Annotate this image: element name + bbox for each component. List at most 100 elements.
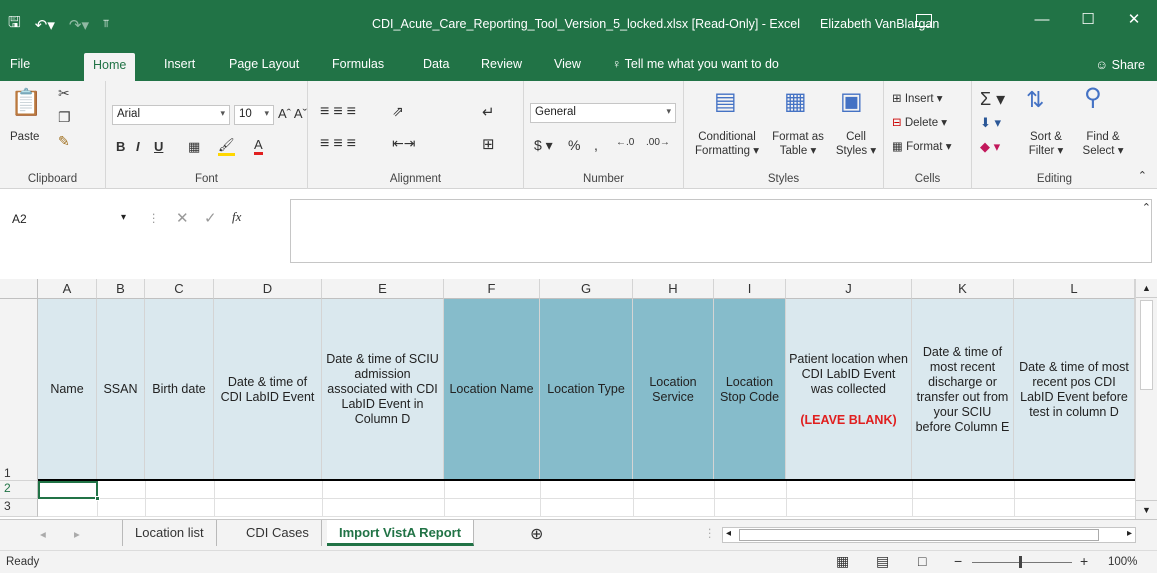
enter-icon[interactable]: ✓: [204, 209, 217, 227]
tab-page-layout[interactable]: Page Layout: [229, 57, 299, 71]
conditional-formatting-icon[interactable]: ▤: [714, 87, 737, 116]
decrease-decimal-icon[interactable]: .00→: [646, 137, 670, 148]
tab-data[interactable]: Data: [423, 57, 449, 71]
page-break-view-icon[interactable]: □: [918, 553, 926, 569]
wrap-text-icon[interactable]: ↵: [482, 103, 495, 121]
orientation-icon[interactable]: ⇗: [392, 103, 404, 120]
horizontal-scroll-thumb[interactable]: [739, 529, 1099, 541]
scroll-tabs-left-icon[interactable]: ◂: [40, 527, 46, 541]
header-cell-location-stop-code[interactable]: Location Stop Code: [714, 299, 786, 480]
fill-handle[interactable]: [95, 496, 100, 501]
scroll-thumb[interactable]: [1140, 300, 1153, 390]
chevron-down-icon[interactable]: ▾: [121, 212, 126, 223]
select-all-corner[interactable]: [0, 279, 38, 299]
comma-style-icon[interactable]: ,: [594, 137, 598, 153]
header-cell-recent-discharge[interactable]: Date & time of most recent discharge or …: [912, 299, 1014, 480]
delete-cells-button[interactable]: ⊟ Delete ▾: [892, 115, 947, 129]
header-cell-name[interactable]: Name: [38, 299, 97, 480]
header-cell-location-service[interactable]: Location Service: [633, 299, 714, 480]
tell-me-search[interactable]: ♀ Tell me what you want to do: [612, 57, 779, 71]
column-header-I[interactable]: I: [714, 279, 786, 299]
fill-color-icon[interactable]: 🖌: [218, 137, 235, 156]
indent-icons[interactable]: ⇤⇥: [392, 135, 415, 152]
ribbon-display-options-icon[interactable]: [916, 14, 932, 27]
font-name-select[interactable]: Arial ▾: [112, 105, 230, 125]
zoom-slider[interactable]: [972, 562, 1072, 563]
format-as-table-button[interactable]: Format as Table ▾: [770, 131, 826, 157]
column-header-A[interactable]: A: [38, 279, 97, 299]
zoom-in-icon[interactable]: +: [1080, 553, 1088, 569]
underline-icon[interactable]: U: [154, 139, 163, 154]
close-icon[interactable]: ✕: [1111, 6, 1157, 34]
header-cell-location-name[interactable]: Location Name: [444, 299, 540, 480]
header-cell-birth-date[interactable]: Birth date: [145, 299, 214, 480]
customize-qat-icon[interactable]: ⫪: [103, 18, 109, 31]
format-painter-icon[interactable]: ✎: [58, 133, 70, 150]
merge-center-icon[interactable]: ⊞: [482, 135, 495, 153]
zoom-level[interactable]: 100%: [1108, 556, 1137, 568]
header-cell-sciu-admission-datetime[interactable]: Date & time of SCIU admission associated…: [322, 299, 444, 480]
minimize-icon[interactable]: —: [1019, 6, 1065, 34]
zoom-slider-thumb[interactable]: [1019, 556, 1022, 568]
page-layout-view-icon[interactable]: ▤: [876, 553, 889, 570]
header-cell-recent-positive-event[interactable]: Date & time of most recent pos CDI LabID…: [1014, 299, 1135, 480]
cancel-icon[interactable]: ✕: [176, 209, 189, 227]
share-button[interactable]: ☺ Share: [1095, 58, 1145, 72]
row-header-3[interactable]: 3: [0, 499, 38, 517]
redo-icon[interactable]: ↷▾: [69, 16, 89, 34]
tab-review[interactable]: Review: [481, 57, 522, 71]
borders-icon[interactable]: ▦: [188, 139, 200, 155]
tab-view[interactable]: View: [554, 57, 581, 71]
cut-icon[interactable]: ✂: [58, 85, 70, 102]
scroll-right-icon[interactable]: ▸: [1127, 528, 1132, 539]
find-select-icon[interactable]: ⚲: [1084, 83, 1102, 112]
tab-insert[interactable]: Insert: [164, 57, 195, 71]
collapse-ribbon-icon[interactable]: ⌃: [1138, 169, 1147, 182]
scroll-down-icon[interactable]: ▼: [1136, 500, 1157, 519]
sheet-tab-location-list[interactable]: Location list: [122, 520, 217, 546]
save-icon[interactable]: 🖫: [8, 12, 21, 37]
undo-icon[interactable]: ↶▾: [35, 16, 55, 34]
column-header-G[interactable]: G: [540, 279, 633, 299]
expand-formula-bar-icon[interactable]: ⌃: [1142, 201, 1151, 214]
cell-styles-button[interactable]: Cell Styles ▾: [834, 131, 878, 157]
insert-cells-button[interactable]: ⊞ Insert ▾: [892, 91, 943, 105]
clear-icon[interactable]: ◆ ▾: [980, 139, 1000, 155]
column-header-E[interactable]: E: [322, 279, 444, 299]
autosum-icon[interactable]: Σ ▾: [980, 89, 1005, 110]
sheet-tab-cdi-cases[interactable]: CDI Cases: [234, 520, 322, 546]
header-cell-ssan[interactable]: SSAN: [97, 299, 145, 480]
vertical-align-icons[interactable]: ≡≡≡: [320, 103, 360, 121]
column-header-D[interactable]: D: [214, 279, 322, 299]
zoom-out-icon[interactable]: −: [954, 553, 962, 569]
column-header-L[interactable]: L: [1014, 279, 1135, 299]
cell-styles-icon[interactable]: ▣: [840, 87, 863, 116]
bold-icon[interactable]: B: [116, 139, 125, 154]
data-rows[interactable]: [38, 481, 1135, 517]
sort-filter-button[interactable]: Sort & Filter ▾: [1020, 131, 1072, 157]
scroll-up-icon[interactable]: ▲: [1136, 279, 1157, 298]
header-cell-cdi-event-datetime[interactable]: Date & time of CDI LabID Event: [214, 299, 322, 480]
column-header-H[interactable]: H: [633, 279, 714, 299]
tab-file[interactable]: File: [10, 57, 30, 71]
number-format-select[interactable]: General ▾: [530, 103, 676, 123]
formula-input[interactable]: [290, 199, 1152, 263]
insert-function-icon[interactable]: fx: [232, 209, 241, 225]
paste-icon[interactable]: 📋: [10, 87, 42, 118]
tab-home[interactable]: Home: [84, 53, 136, 81]
tab-formulas[interactable]: Formulas: [332, 57, 384, 71]
sort-filter-icon[interactable]: ⇅: [1026, 87, 1044, 113]
scroll-left-icon[interactable]: ◂: [726, 528, 731, 539]
sheet-tab-import-vista-report[interactable]: Import VistA Report: [327, 520, 475, 546]
scroll-tabs-right-icon[interactable]: ▸: [74, 527, 80, 541]
column-header-J[interactable]: J: [786, 279, 912, 299]
format-as-table-icon[interactable]: ▦: [784, 87, 807, 116]
percent-icon[interactable]: %: [568, 137, 580, 153]
maximize-icon[interactable]: ☐: [1065, 6, 1111, 34]
increase-decimal-icon[interactable]: ←.0: [616, 137, 634, 148]
vertical-scrollbar[interactable]: ▲ ▼: [1135, 279, 1157, 519]
horizontal-align-icons[interactable]: ≡≡≡: [320, 135, 360, 153]
name-box[interactable]: A2 ▾: [8, 209, 130, 231]
row-header-2[interactable]: 2: [0, 481, 38, 499]
new-sheet-icon[interactable]: ⊕: [530, 524, 543, 544]
